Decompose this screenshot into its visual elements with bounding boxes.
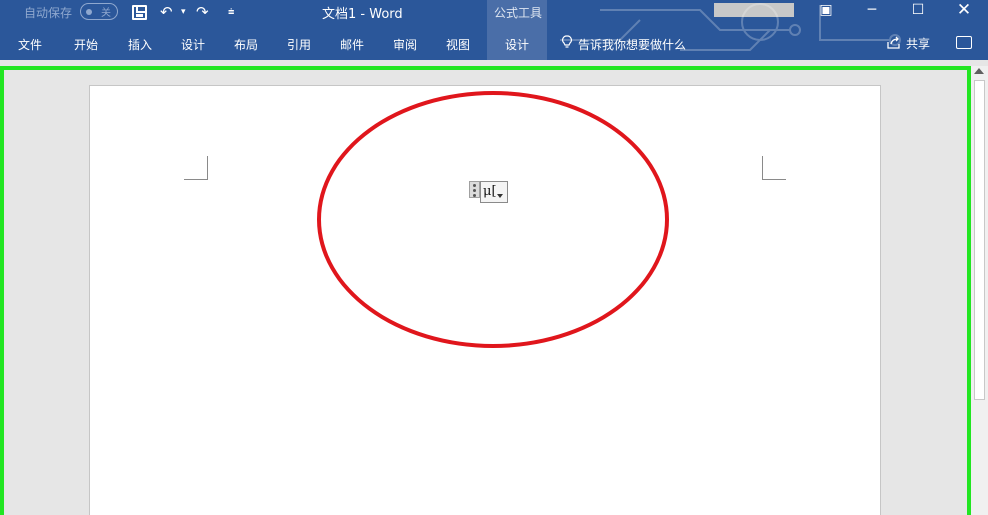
- tab-home[interactable]: 开始: [74, 36, 98, 53]
- document-title: 文档1 - Word: [322, 7, 403, 22]
- undo-icon[interactable]: ↶: [160, 2, 173, 22]
- autosave-state: 关: [101, 8, 111, 19]
- scroll-thumb[interactable]: [974, 80, 985, 400]
- toggle-knob-icon: [86, 9, 92, 15]
- circuit-pattern-decoration: [560, 3, 901, 51]
- crop-mark-right: [762, 156, 786, 180]
- tab-review[interactable]: 审阅: [393, 36, 417, 53]
- autosave-label: 自动保存: [24, 6, 73, 20]
- tab-design[interactable]: 设计: [181, 36, 205, 53]
- scroll-up-icon[interactable]: [974, 68, 984, 74]
- save-icon[interactable]: [132, 5, 147, 20]
- redo-icon[interactable]: ↷: [196, 2, 209, 22]
- tab-mailings[interactable]: 邮件: [340, 36, 364, 53]
- tab-file[interactable]: 文件: [18, 36, 42, 53]
- undo-dropdown-icon[interactable]: ▾: [181, 2, 186, 22]
- customize-qat-icon[interactable]: ⩧: [228, 2, 234, 22]
- tab-layout[interactable]: 布局: [234, 36, 258, 53]
- autosave-toggle[interactable]: 关: [80, 3, 118, 20]
- annotation-circle: [317, 91, 669, 348]
- tab-insert[interactable]: 插入: [128, 36, 152, 53]
- tab-view[interactable]: 视图: [446, 36, 470, 53]
- tab-equation-design[interactable]: 设计: [505, 36, 529, 53]
- crop-mark-left: [184, 156, 208, 180]
- context-group-title: 公式工具: [494, 6, 543, 20]
- tab-references[interactable]: 引用: [287, 36, 311, 53]
